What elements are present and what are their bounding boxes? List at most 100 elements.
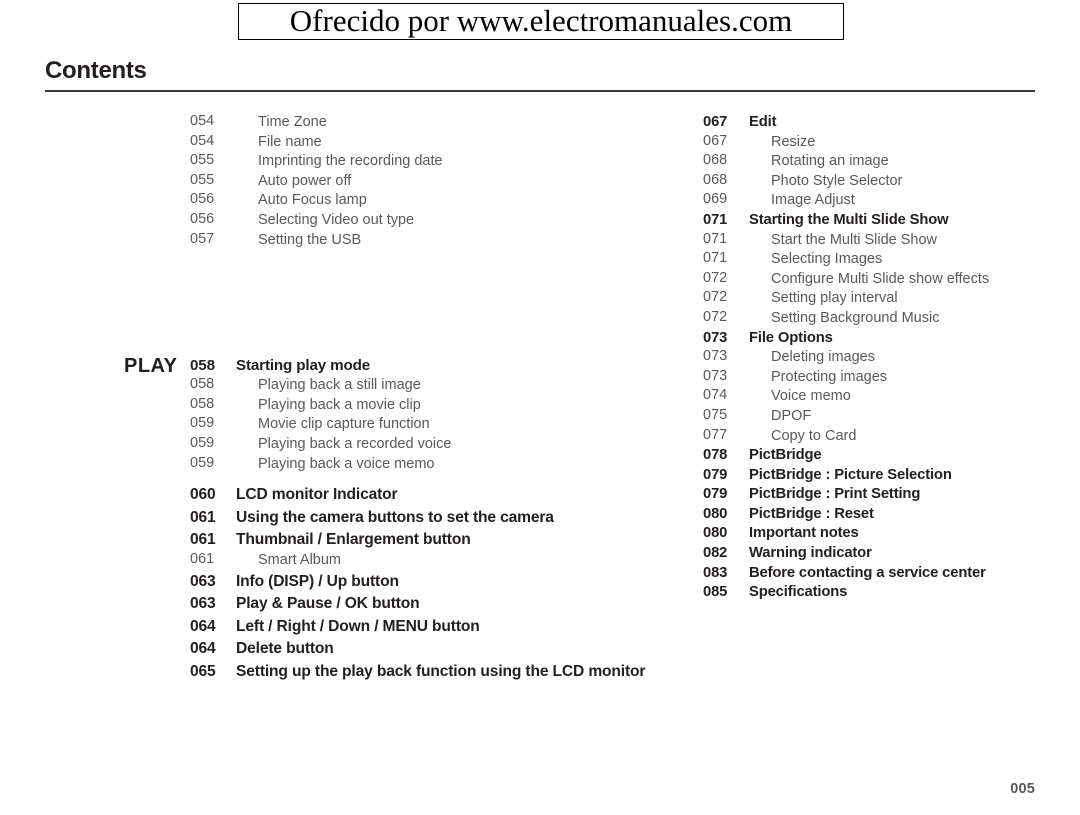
- toc-entry-title: Selecting Video out type: [258, 211, 415, 228]
- toc-entry-title: Protecting images: [771, 368, 888, 385]
- toc-entry[interactable]: 055 Imprinting the recording date: [190, 152, 660, 172]
- toc-entry-page: 072: [703, 289, 728, 306]
- toc-entry[interactable]: 071 Selecting Images: [703, 250, 1063, 270]
- toc-entry-page: 060: [190, 486, 216, 504]
- toc-entry-title: Setting play interval: [771, 290, 898, 307]
- toc-entry-page: 075: [703, 406, 728, 423]
- toc-entry-page: 074: [703, 387, 728, 404]
- toc-entry[interactable]: 075 DPOF: [703, 407, 1063, 427]
- toc-entry[interactable]: 054 File name: [190, 133, 660, 153]
- toc-entry-title: Important notes: [749, 525, 859, 542]
- toc-entry[interactable]: 071 Start the Multi Slide Show: [703, 231, 1063, 251]
- toc-entry[interactable]: 073 File Options: [703, 329, 1063, 349]
- toc-entry[interactable]: 072 Setting Background Music: [703, 309, 1063, 329]
- toc-entry-page: 056: [190, 191, 215, 208]
- toc-entry-title: Voice memo: [771, 388, 851, 405]
- toc-entry-title: File Options: [749, 329, 833, 346]
- toc-entry[interactable]: 079 PictBridge : Print Setting: [703, 485, 1063, 505]
- toc-entry[interactable]: 067 Edit: [703, 113, 1063, 133]
- toc-entry[interactable]: 061 Using the camera buttons to set the c…: [190, 507, 660, 529]
- toc-entry[interactable]: 071 Starting the Multi Slide Show: [703, 211, 1063, 231]
- toc-entry[interactable]: 058 Playing back a still image: [190, 376, 660, 396]
- toc-entry-page: 059: [190, 454, 215, 471]
- toc-entry-page: 063: [190, 572, 216, 590]
- toc-entry-page: 082: [703, 545, 728, 562]
- toc-entry[interactable]: 077 Copy to Card: [703, 427, 1063, 447]
- toc-entry[interactable]: 082 Warning indicator: [703, 544, 1063, 564]
- toc-entry-page: 059: [190, 434, 215, 451]
- toc-entry[interactable]: 063 Info (DISP) / Up button: [190, 571, 660, 593]
- toc-entry[interactable]: 072 Setting play interval: [703, 289, 1063, 309]
- toc-entry[interactable]: 073 Protecting images: [703, 368, 1063, 388]
- toc-entry[interactable]: 074 Voice memo: [703, 387, 1063, 407]
- source-banner-text: Ofrecido por www.electromanuales.com: [289, 3, 793, 38]
- toc-entry-title: PictBridge : Reset: [749, 505, 874, 522]
- toc-entry[interactable]: 054 Time Zone: [190, 113, 660, 133]
- toc-entry[interactable]: 080 Important notes: [703, 524, 1063, 544]
- toc-entry[interactable]: 083 Before contacting a service center: [703, 564, 1063, 584]
- toc-entry[interactable]: 065 Setting up the play back function usi…: [190, 661, 660, 683]
- toc-entry-title: Setting the USB: [258, 231, 362, 248]
- toc-entry[interactable]: 064 Left / Right / Down / MENU button: [190, 616, 660, 638]
- toc-entry[interactable]: 059 Movie clip capture function: [190, 415, 660, 435]
- toc-entry[interactable]: 069 Image Adjust: [703, 191, 1063, 211]
- toc-entry-title: Movie clip capture function: [258, 416, 430, 433]
- toc-entry[interactable]: 058 Starting play mode: [190, 356, 660, 376]
- toc-entry[interactable]: 072 Configure Multi Slide show effects: [703, 270, 1063, 290]
- toc-entry[interactable]: 056 Selecting Video out type: [190, 211, 660, 231]
- toc-entry[interactable]: 064 Delete button: [190, 638, 660, 660]
- toc-entry-title: PictBridge : Picture Selection: [749, 466, 952, 483]
- toc-entry-title: Playing back a voice memo: [258, 455, 435, 472]
- toc-entry[interactable]: 067 Resize: [703, 133, 1063, 153]
- toc-entry-page: 080: [703, 505, 728, 522]
- toc-entry-page: 058: [190, 357, 215, 375]
- toc-entry[interactable]: 059 Playing back a recorded voice: [190, 435, 660, 455]
- toc-entry-page: 080: [703, 525, 728, 542]
- toc-entry-page: 078: [703, 447, 728, 464]
- toc-entry-title: Auto Focus lamp: [258, 192, 367, 209]
- toc-left-column: 054 Time Zone 054 File name 055 Imprinting th…: [124, 113, 660, 683]
- toc-entry-page: 069: [703, 191, 728, 208]
- header-divider: [45, 90, 1035, 92]
- toc-entry-page: 083: [703, 564, 728, 581]
- toc-entry[interactable]: 073 Deleting images: [703, 348, 1063, 368]
- toc-entry-title: Info (DISP) / Up button: [236, 572, 399, 590]
- toc-entry[interactable]: 059 Playing back a voice memo: [190, 455, 660, 475]
- toc-entry[interactable]: 061 Smart Album: [190, 551, 660, 571]
- toc-entry-page: 054: [190, 132, 215, 149]
- toc-entry[interactable]: 063 Play & Pause / OK button: [190, 593, 660, 615]
- toc-entry[interactable]: 085 Specifications: [703, 583, 1063, 603]
- toc-entry-page: 061: [190, 551, 215, 568]
- toc-entry-title: Setting up the play back function using …: [236, 662, 646, 680]
- toc-entry-title: Play & Pause / OK button: [236, 595, 420, 613]
- toc-entry[interactable]: 078 PictBridge: [703, 446, 1063, 466]
- toc-group-play: PLAY 058 Starting play mode 058 Playing bac…: [124, 355, 660, 475]
- toc-entry-title: Starting play mode: [236, 357, 371, 375]
- toc-entry-page: 064: [190, 617, 216, 635]
- toc-entry[interactable]: 068 Photo Style Selector: [703, 172, 1063, 192]
- toc-entry-title: DPOF: [771, 407, 812, 424]
- toc-entry-title: Left / Right / Down / MENU button: [236, 617, 480, 635]
- toc-entry-title: Resize: [771, 133, 816, 150]
- toc-entry-page: 055: [190, 171, 215, 188]
- toc-entry-page: 071: [703, 230, 728, 247]
- toc-entry[interactable]: 055 Auto power off: [190, 172, 660, 192]
- toc-entry[interactable]: 079 PictBridge : Picture Selection: [703, 466, 1063, 486]
- toc-entry-title: Starting the Multi Slide Show: [749, 211, 949, 228]
- toc-entry-page: 068: [703, 152, 728, 169]
- toc-entry-page: 073: [703, 329, 728, 346]
- toc-entry-page: 065: [190, 662, 216, 680]
- toc-entry-page: 079: [703, 466, 728, 483]
- toc-entry-page: 056: [190, 210, 215, 227]
- toc-entry[interactable]: 060 LCD monitor Indicator: [190, 484, 660, 506]
- toc-entry[interactable]: 068 Rotating an image: [703, 152, 1063, 172]
- toc-entry[interactable]: 056 Auto Focus lamp: [190, 191, 660, 211]
- toc-entry[interactable]: 080 PictBridge : Reset: [703, 505, 1063, 525]
- toc-entry-title: Time Zone: [258, 114, 327, 130]
- toc-entry[interactable]: 061 Thumbnail / Enlargement button: [190, 529, 660, 551]
- toc-entry-page: 054: [190, 113, 215, 129]
- toc-entry-page: 055: [190, 152, 215, 169]
- toc-entry[interactable]: 057 Setting the USB: [190, 231, 660, 251]
- toc-entry-page: 077: [703, 426, 728, 443]
- toc-entry[interactable]: 058 Playing back a movie clip: [190, 396, 660, 416]
